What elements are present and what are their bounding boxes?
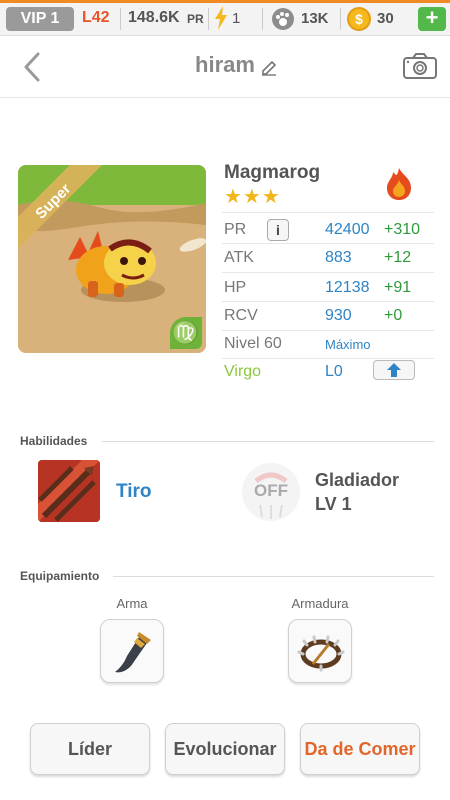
divider — [222, 243, 434, 244]
coin-icon: $ — [347, 7, 371, 31]
add-currency-button[interactable]: + — [418, 7, 446, 31]
stat-value-rcv: 930 — [325, 307, 352, 324]
zodiac-sign-level: L0 — [325, 363, 343, 380]
passive-skill-state: OFF — [254, 481, 288, 500]
section-rule — [102, 441, 434, 442]
weapon-slot[interactable] — [100, 619, 164, 683]
stat-bonus-hp: +91 — [384, 279, 412, 296]
section-rule — [113, 576, 434, 577]
stat-bonus-atk: +12 — [384, 249, 412, 266]
active-skill-name[interactable]: Tiro — [116, 481, 152, 503]
stat-bonus-rcv: +0 — [384, 307, 403, 324]
equipment-section-title: Equipamiento — [20, 569, 100, 583]
separator — [340, 8, 341, 30]
monster-portrait[interactable]: Super ♍ — [18, 165, 206, 353]
food-value: 13K — [301, 10, 329, 27]
leader-button[interactable]: Líder — [30, 723, 150, 775]
page-header: hiram — [0, 36, 450, 98]
level-label: Nivel 60 — [224, 335, 282, 352]
spiked-collar-icon — [297, 635, 345, 672]
stat-value-hp: 12138 — [325, 279, 370, 296]
status-bar: VIP 1 L42 148.6K PR 1 13K $ 30 + — [0, 0, 450, 36]
divider — [222, 212, 434, 213]
camera-icon[interactable] — [402, 52, 438, 80]
armor-slot[interactable] — [288, 619, 352, 683]
active-skill-icon[interactable] — [38, 460, 100, 522]
monster-name: Magmarog — [224, 162, 321, 183]
player-level: L42 — [82, 9, 110, 26]
separator — [262, 8, 263, 30]
edit-pencil-icon[interactable] — [259, 56, 279, 76]
divider — [222, 358, 434, 359]
star-rating: ★★★ — [224, 186, 281, 208]
weapon-slot-label: Arma — [116, 596, 148, 611]
sign-upgrade-button[interactable] — [373, 360, 415, 380]
claw-weapon-icon — [115, 632, 151, 673]
armor-slot-label: Armadura — [291, 596, 349, 611]
arrow-up-icon — [387, 363, 401, 377]
evolve-button[interactable]: Evolucionar — [165, 723, 285, 775]
separator — [208, 8, 209, 30]
skills-section-title: Habilidades — [20, 434, 88, 448]
coin-value: 30 — [377, 10, 394, 27]
passive-skill-level: LV 1 — [315, 494, 352, 514]
vip-badge[interactable]: VIP 1 — [6, 7, 74, 31]
stat-label-atk: ATK — [224, 249, 254, 266]
passive-skill-name[interactable]: Gladiador — [315, 470, 399, 491]
total-power-unit: PR — [187, 12, 204, 26]
divider — [222, 272, 434, 273]
zodiac-virgo-icon: ♍ — [170, 317, 202, 349]
status-bar-accent-line — [0, 0, 450, 3]
divider — [222, 330, 434, 331]
food-paw-icon — [272, 8, 294, 30]
stat-label-pr: PR — [224, 221, 247, 238]
page-title: hiram — [195, 52, 255, 77]
separator — [120, 8, 121, 30]
stat-bonus-pr: +310 — [384, 221, 421, 238]
stat-label-rcv: RCV — [224, 307, 258, 324]
power-info-button[interactable]: i — [267, 219, 289, 241]
energy-bolt-icon — [215, 6, 227, 30]
divider — [222, 301, 434, 302]
energy-value: 1 — [232, 10, 241, 27]
stat-value-pr: 42400 — [325, 221, 370, 238]
fire-element-icon — [387, 168, 411, 200]
total-power-value: 148.6K — [128, 9, 180, 26]
zodiac-sign-label: Virgo — [224, 363, 262, 380]
feed-button[interactable]: Da de Comer — [300, 723, 420, 775]
level-status: Máximo — [325, 337, 371, 352]
stat-value-atk: 883 — [325, 249, 352, 266]
stat-label-hp: HP — [224, 279, 247, 296]
